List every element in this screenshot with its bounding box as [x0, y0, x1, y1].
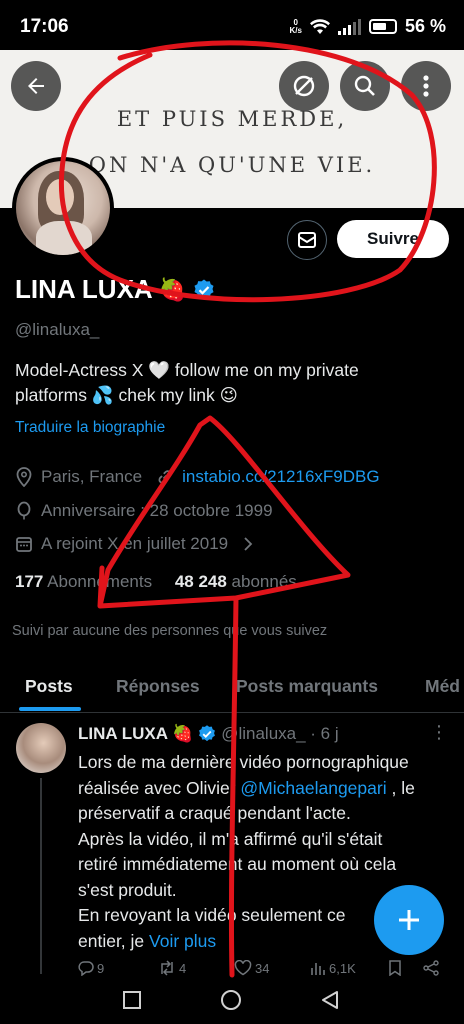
wifi-icon: [309, 18, 330, 34]
display-name-text: LINA LUXA: [15, 274, 153, 304]
post-line-2-prefix: réalisée avec Olivier: [78, 777, 241, 798]
followers-label: abonnés: [231, 572, 297, 591]
tab-highlights[interactable]: Posts marquants: [236, 660, 378, 712]
more-vertical-icon: [423, 75, 429, 97]
views-count: 6,1K: [329, 960, 356, 976]
profile-handle: @linaluxa_: [15, 320, 100, 339]
location-text: Paris, France: [41, 467, 143, 486]
arrow-left-icon: [28, 78, 44, 94]
back-button[interactable]: [11, 61, 61, 111]
share-icon: [423, 960, 439, 976]
heart-icon: [234, 960, 252, 976]
followed-by-text: Suivi par aucune des personnes que vous …: [12, 623, 328, 639]
thread-line: [40, 778, 42, 974]
repost-count: 4: [179, 960, 187, 976]
tab-replies[interactable]: Réponses: [116, 660, 200, 712]
post-actions: 9 4 34 6,1K: [78, 960, 448, 980]
eye-slash-icon: [293, 75, 315, 97]
like-count: 34: [255, 960, 270, 976]
see-more-link[interactable]: Voir plus: [149, 931, 216, 951]
chevron-right-icon: [244, 537, 253, 551]
post-more-icon[interactable]: ⋮: [430, 722, 448, 743]
status-bar: 17:06 0 K/s 56 %: [0, 0, 464, 50]
battery-icon: [368, 19, 397, 34]
post-line-4: Après la vidéo, il m'a affirmé qu'il s'é…: [78, 828, 383, 849]
bio-line-2: platforms 💦 chek my link 😉: [15, 385, 238, 405]
more-button[interactable]: [401, 61, 451, 111]
post-author-emoji: 🍓: [172, 724, 194, 743]
profile-bio: Model-Actress X 🤍 follow me on my privat…: [15, 358, 435, 408]
reply-count: 9: [97, 960, 105, 976]
bio-line-1: Model-Actress X 🤍 follow me on my privat…: [15, 360, 359, 380]
reply-icon: [78, 961, 94, 976]
birthday-text: Anniversaire : 28 octobre 1999: [41, 501, 273, 520]
profile-tabs: Posts Réponses Posts marquants Méd: [0, 660, 464, 713]
profile-stats: 177 Abonnements 48 248 abonnés: [15, 572, 297, 592]
tab-posts[interactable]: Posts: [25, 660, 73, 712]
profile-avatar[interactable]: [12, 157, 114, 259]
bookmark-icon: [389, 960, 401, 976]
joined-text: A rejoint X en juillet 2019: [41, 534, 229, 553]
post-line-8-prefix: entier, je: [78, 930, 150, 951]
followers-link[interactable]: 48 248 abonnés: [175, 572, 297, 591]
balloon-icon: [17, 501, 31, 520]
signal-icon: [337, 18, 361, 35]
strawberry-emoji: 🍓: [158, 276, 187, 302]
post-line-3: préservatif a craqué pendant l'acte.: [78, 803, 351, 823]
following-link[interactable]: 177 Abonnements: [15, 572, 152, 591]
following-label: Abonnements: [47, 572, 153, 591]
profile-birthday: Anniversaire : 28 octobre 1999: [15, 501, 273, 521]
post-author-avatar[interactable]: [16, 723, 66, 773]
views-button[interactable]: 6,1K: [310, 960, 356, 976]
following-count: 177: [15, 572, 44, 591]
profile-link[interactable]: instabio.cc/21216xF9DBG: [182, 467, 380, 487]
profile-location: Paris, France instabio.cc/21216xF9DBG: [15, 467, 380, 487]
follow-button[interactable]: Suivre: [337, 220, 449, 258]
back-nav-icon[interactable]: [320, 990, 340, 1010]
android-nav-bar: [0, 980, 464, 1024]
search-icon: [354, 75, 375, 96]
views-bar-chart-icon: [311, 963, 325, 975]
network-speed: 0 K/s: [289, 17, 302, 35]
post-mention-link[interactable]: @Michaelangepari: [240, 778, 386, 798]
location-pin-icon: [16, 467, 32, 487]
hide-button[interactable]: [279, 61, 329, 111]
bookmark-button[interactable]: [388, 960, 402, 976]
repost-button[interactable]: 4: [158, 960, 186, 976]
link-icon: [158, 470, 172, 484]
display-name: LINA LUXA 🍓: [15, 274, 216, 305]
search-button[interactable]: [340, 61, 390, 111]
banner-text-line1: ET PUIS MERDE,: [116, 107, 348, 131]
followers-count: 48 248: [174, 572, 227, 591]
post-line-2: réalisée avec Olivier @Michaelangepari ,…: [78, 776, 448, 802]
active-tab-indicator: [19, 707, 81, 711]
battery-percent: 56 %: [404, 16, 446, 36]
reply-button[interactable]: 9: [78, 960, 104, 976]
calendar-icon: [16, 537, 32, 552]
message-button[interactable]: [287, 220, 327, 260]
tab-media[interactable]: Méd: [425, 660, 460, 712]
post-line-1: Lors de ma dernière vidéo pornographique: [78, 752, 409, 772]
post-author-name[interactable]: LINA LUXA: [78, 724, 168, 744]
post-header: LINA LUXA 🍓 @linaluxa_ · 6 j: [78, 724, 339, 744]
profile-joined[interactable]: A rejoint X en juillet 2019: [15, 534, 254, 554]
status-time: 17:06: [20, 16, 69, 37]
status-icons: 0 K/s 56 %: [290, 16, 446, 37]
plus-icon: [399, 910, 419, 930]
post-line-2-suffix: , le: [386, 777, 415, 798]
verified-badge-icon: [199, 725, 216, 742]
recent-apps-icon[interactable]: [122, 990, 142, 1010]
compose-post-button[interactable]: [374, 885, 444, 955]
verified-badge-icon[interactable]: [192, 278, 216, 302]
mail-icon: [298, 232, 316, 248]
repost-icon: [161, 960, 173, 976]
post-line-5: retiré immédiatement au moment où cela: [78, 854, 397, 874]
home-icon[interactable]: [220, 989, 242, 1011]
translate-bio-link[interactable]: Traduire la biographie: [15, 419, 165, 437]
share-button[interactable]: [422, 960, 440, 976]
like-button[interactable]: 34: [234, 960, 269, 976]
post-handle-time: @linaluxa_ · 6 j: [221, 724, 339, 743]
